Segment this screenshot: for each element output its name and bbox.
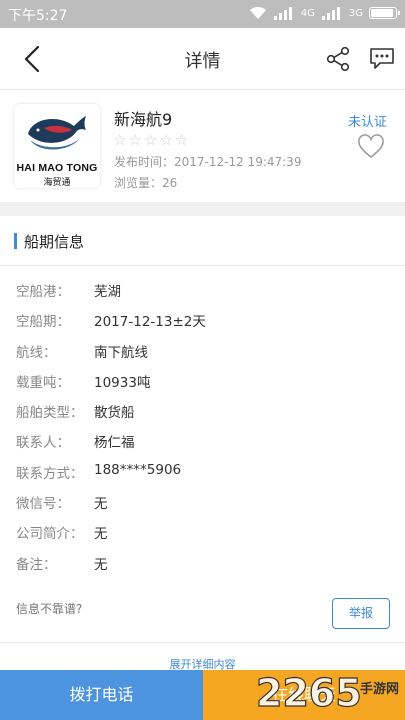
network-label-2: 3G [348,7,363,19]
section-header: 船期信息 [0,216,405,266]
detail-row: 空船期： 2017-12-13±2天 [0,304,405,334]
report-prompt: 信息不靠谱? [16,602,83,616]
share-icon[interactable] [324,45,352,73]
rating-stars: ☆☆☆☆☆ [113,131,191,149]
detail-key: 船舶类型： [16,405,84,422]
detail-row: 微信号： 无 [0,486,405,516]
detail-row: 航线： 南下航线 [0,335,405,365]
section-title: 船期信息 [24,233,85,251]
logo-wordmark: HAI MAO TONG [16,162,98,174]
status-bar: 下午5:27 4G 3G [0,0,405,28]
detail-value: 无 [94,496,108,513]
detail-key: 空船期： [16,314,70,331]
divider [0,642,405,643]
watermark-site: 手游网 [360,681,399,697]
battery-icon [369,7,400,19]
detail-key: 载重吨： [16,374,70,391]
favorite-heart-icon[interactable] [358,134,384,160]
company-card: HAI MAO TONG 海贸通 新海航9 ☆☆☆☆☆ 发布时间：2017-12… [0,90,405,202]
section-accent-bar [14,233,17,249]
detail-key: 联系方式： [16,465,84,482]
detail-value: 2017-12-13±2天 [94,314,206,331]
detail-value: 10933吨 [94,374,151,391]
detail-row: 联系人： 杨仁福 [0,425,405,455]
company-name: 新海航9 [114,110,173,129]
detail-row: 公司简介： 无 [0,516,405,546]
report-button[interactable]: 举报 [332,598,390,629]
logo-subtitle: 海贸通 [43,178,71,188]
network-label: 4G [300,7,315,19]
status-time: 下午5:27 [8,8,68,24]
company-logo: HAI MAO TONG 海贸通 [14,104,100,188]
detail-key: 公司简介： [16,526,84,543]
detail-row: 备注： 无 [0,547,405,577]
wifi-icon [249,6,266,19]
detail-value: 南下航线 [94,344,148,361]
detail-row: 空船港： 芜湖 [0,274,405,304]
publish-time: 发布时间：2017-12-12 19:47:39 [114,155,302,169]
certification-status: 未认证 [348,115,388,130]
detail-key: 联系人： [16,435,70,452]
detail-key: 备注： [16,556,57,573]
detail-row: 载重吨： 10933吨 [0,365,405,395]
detail-key: 空船港： [16,284,70,300]
call-button[interactable]: 拨打电话 [0,670,203,720]
detail-key: 微信号： [16,496,70,513]
navbar: 详情 [0,28,405,90]
view-count: 浏览量：26 [114,176,178,190]
status-icons: 4G 3G [249,6,400,20]
site-watermark: 2265 手游网 [255,670,399,715]
detail-row: 船舶类型： 散货船 [0,395,405,425]
signal-icon [273,6,292,20]
detail-row: 联系方式： 188****5906 [0,456,405,486]
detail-value: 散货船 [94,405,135,422]
detail-key: 航线： [16,344,57,361]
detail-value: 188****5906 [94,461,182,478]
detail-value: 芜湖 [94,284,121,300]
section-gap [0,202,405,216]
detail-list: 空船港： 芜湖 空船期： 2017-12-13±2天 航线： 南下航线 载重吨： 109… [0,274,405,577]
signal-icon-2 [321,6,340,20]
detail-value: 无 [94,556,108,573]
detail-value: 杨仁福 [94,435,135,452]
whale-logo-icon [28,116,86,150]
watermark-brand: 2265 [256,671,362,715]
detail-value: 无 [94,526,108,543]
message-icon[interactable] [368,44,396,72]
